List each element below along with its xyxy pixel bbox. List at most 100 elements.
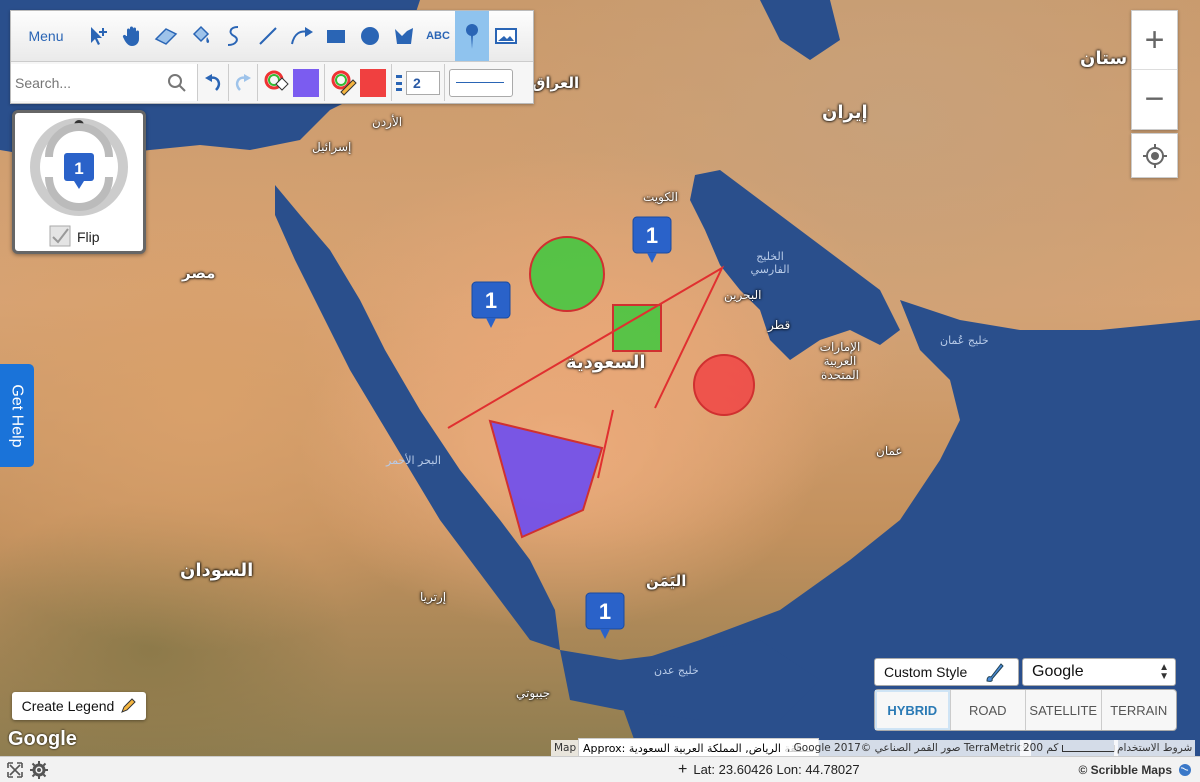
fill-color-picker[interactable]	[258, 64, 325, 101]
status-bar: + Lat: 23.60426 Lon: 44.78027 © Scribble…	[0, 756, 1200, 782]
scribble-maps-brand: © Scribble Maps	[1078, 762, 1172, 777]
create-legend-button[interactable]: Create Legend	[12, 692, 146, 720]
custom-style-label: Custom Style	[884, 664, 968, 680]
color-wheel-bucket-icon	[264, 70, 289, 91]
toolbar-options-row: 2	[11, 62, 533, 103]
settings-gear-icon[interactable]	[30, 760, 48, 779]
flip-count: 1	[74, 159, 83, 178]
move-tool-button[interactable]	[81, 11, 115, 61]
redo-icon	[235, 73, 251, 91]
attribution-approx: Approx: منطقة الرياض, المملكة العربية ال…	[578, 738, 820, 756]
flip-label: Flip	[77, 229, 100, 245]
circle-icon	[361, 27, 379, 45]
purple-polygon-shape[interactable]	[488, 419, 604, 539]
marker-2-label: 1	[485, 288, 497, 313]
globe-icon	[1179, 763, 1191, 776]
drawing-toolbar: Menu ABC Search... 2	[10, 10, 534, 104]
scale-bar: 200 كم	[1020, 740, 1118, 756]
select-arrows-icon: ▲ ▼	[1159, 662, 1169, 682]
terms-link[interactable]: شروط الاستخدام	[1114, 740, 1196, 756]
rectangle-icon	[327, 30, 345, 43]
stroke-color-picker[interactable]	[325, 64, 392, 101]
red-circle-shape[interactable]	[693, 354, 755, 416]
map-provider-select[interactable]: Google ▲ ▼	[1022, 658, 1176, 686]
marker-2[interactable]: 1	[471, 281, 511, 328]
attribution-data: , Google 2017© صور القمر الصناعي TerraMe…	[784, 740, 1032, 756]
map-type-road[interactable]: ROAD	[951, 690, 1026, 730]
scale-label: 200 كم	[1023, 742, 1059, 754]
zoom-out-button[interactable]: −	[1132, 70, 1177, 128]
red-line-segment[interactable]	[597, 409, 614, 479]
map-type-hybrid[interactable]: HYBRID	[875, 690, 951, 730]
paint-bucket-icon	[192, 25, 210, 43]
polygon-tool-button[interactable]	[387, 11, 421, 61]
rectangle-tool-button[interactable]	[319, 11, 353, 61]
line-icon	[259, 27, 277, 45]
line-width-icon	[396, 74, 402, 91]
search-box	[11, 64, 198, 101]
google-logo: Google	[8, 728, 77, 750]
freehand-curve-icon	[227, 26, 239, 46]
flip-checkbox[interactable]	[49, 225, 71, 247]
crosshair-small-icon: +	[678, 760, 688, 778]
arrow-tool-button[interactable]	[285, 11, 319, 61]
move-arrow-icon	[91, 27, 107, 45]
marker-1-label: 1	[646, 223, 658, 248]
pin-icon	[466, 24, 478, 49]
fill-tool-button[interactable]	[183, 11, 217, 61]
undo-button[interactable]	[198, 64, 229, 101]
line-tool-button[interactable]	[251, 11, 285, 61]
create-legend-label: Create Legend	[21, 698, 115, 714]
undo-icon	[205, 73, 221, 91]
circle-tool-button[interactable]	[353, 11, 387, 61]
freehand-tool-button[interactable]	[217, 11, 251, 61]
line-width-stepper[interactable]: 2	[392, 64, 445, 101]
flip-rotate-icon: 1	[30, 118, 128, 216]
image-overlay-icon	[495, 28, 517, 44]
custom-style-button[interactable]: Custom Style	[874, 658, 1019, 686]
green-circle-shape[interactable]	[529, 236, 605, 312]
drawing-overlay: 1 1 1	[447, 216, 755, 639]
fill-color-swatch	[292, 68, 319, 97]
pencil-icon	[121, 698, 137, 713]
map-type-terrain[interactable]: TERRAIN	[1102, 690, 1177, 730]
marker-1[interactable]: 1	[632, 216, 672, 263]
fullscreen-icon[interactable]	[6, 761, 24, 779]
map-type-satellite[interactable]: SATELLITE	[1026, 690, 1102, 730]
color-wheel-pencil-icon	[331, 70, 357, 96]
curved-arrow-icon	[291, 27, 313, 45]
marker-3[interactable]: 1	[585, 592, 625, 639]
coordinates-readout: Lat: 23.60426 Lon: 44.78027	[693, 762, 860, 777]
polygon-icon	[395, 28, 413, 44]
map-canvas[interactable]: العراق إيران الأردن إسرائيل مصر الكويت ا…	[0, 0, 1200, 756]
locate-button[interactable]	[1131, 133, 1178, 178]
marker-3-label: 1	[599, 599, 611, 624]
eraser-icon	[154, 28, 178, 45]
get-help-tab[interactable]: Get Help	[0, 364, 34, 467]
stroke-color-swatch	[359, 68, 386, 97]
flip-widget[interactable]: 1 Flip	[12, 110, 146, 254]
crosshair-icon	[1142, 143, 1167, 168]
hand-icon	[122, 26, 139, 46]
menu-button[interactable]: Menu	[11, 28, 81, 44]
map-provider-value: Google	[1032, 663, 1084, 680]
pan-tool-button[interactable]	[115, 11, 149, 61]
eraser-tool-button[interactable]	[149, 11, 183, 61]
map-type-selector: HYBRID ROAD SATELLITE TERRAIN	[874, 689, 1177, 731]
text-abc-icon: ABC	[426, 30, 450, 42]
overlay-tool-button[interactable]	[489, 11, 523, 61]
text-tool-button[interactable]: ABC	[421, 11, 455, 61]
line-style-selector[interactable]	[449, 68, 513, 97]
line-width-value[interactable]: 2	[406, 70, 440, 95]
marker-tool-button[interactable]	[455, 11, 489, 61]
get-help-label: Get Help	[9, 383, 27, 448]
toolbar-tools-row: Menu ABC	[11, 11, 533, 62]
redo-button[interactable]	[229, 64, 258, 101]
attribution-map[interactable]: Map	[551, 740, 580, 756]
zoom-in-button[interactable]: +	[1132, 11, 1177, 70]
zoom-control: + −	[1131, 10, 1178, 130]
search-icon[interactable]	[167, 73, 187, 93]
brush-icon	[986, 663, 1004, 682]
line-style-preview	[456, 81, 504, 83]
search-input[interactable]	[11, 73, 167, 92]
